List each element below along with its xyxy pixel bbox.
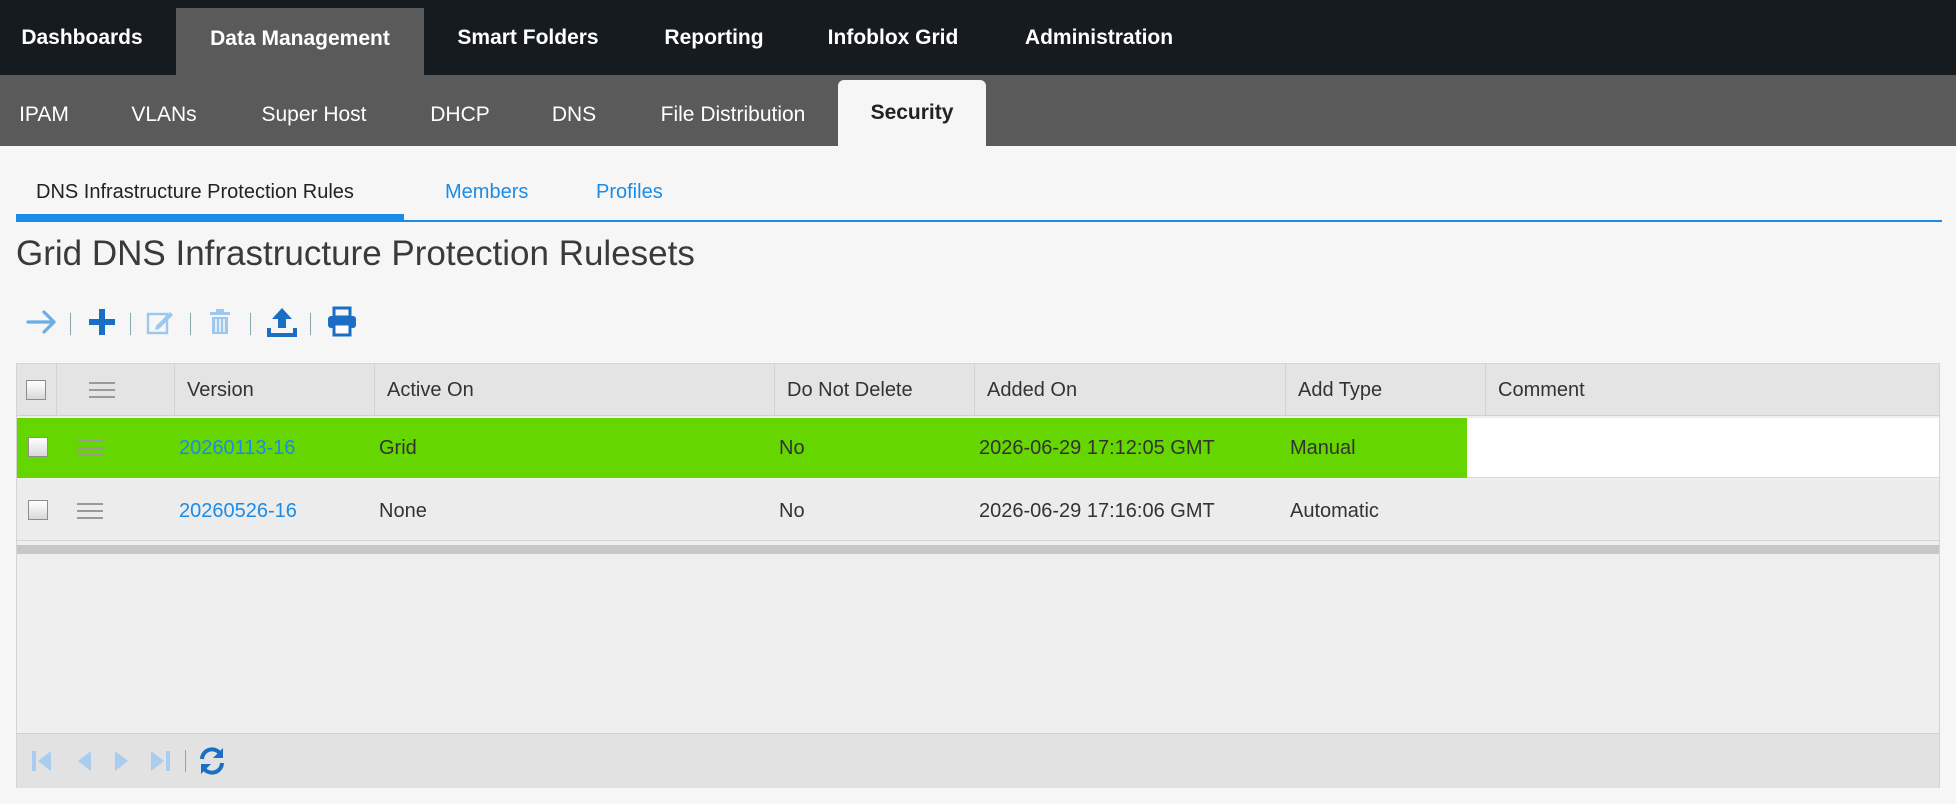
select-all-checkbox[interactable] <box>26 380 46 400</box>
section-tabs: DNS Infrastructure Protection Rules Memb… <box>16 170 1942 222</box>
column-menu-icon[interactable] <box>89 381 115 399</box>
sub-nav: IPAM VLANs Super Host DHCP DNS File Dist… <box>0 75 1956 146</box>
sub-tab-dns[interactable]: DNS <box>540 75 608 146</box>
cell-added-on: 2026-06-29 17:16:06 GMT <box>979 500 1215 522</box>
upload-icon[interactable] <box>264 304 300 340</box>
table-row[interactable]: 20260526-16 None No 2026-06-29 17:16:06 … <box>17 481 1939 541</box>
horizontal-scrollbar[interactable] <box>17 545 1939 554</box>
column-header-added-on[interactable]: Added On <box>975 364 1286 416</box>
last-page-icon[interactable] <box>143 744 177 778</box>
top-tab-infoblox-grid[interactable]: Infoblox Grid <box>810 0 976 75</box>
print-icon[interactable] <box>324 304 360 340</box>
header-menu-cell <box>57 364 175 416</box>
column-header-do-not-delete[interactable]: Do Not Delete <box>775 364 975 416</box>
toolbar-separator <box>310 313 311 335</box>
trash-icon[interactable] <box>202 304 238 340</box>
row-checkbox[interactable] <box>28 500 48 520</box>
sub-tab-security[interactable]: Security <box>838 80 986 146</box>
rulesets-table: Version Active On Do Not Delete Added On… <box>16 363 1940 788</box>
row-checkbox[interactable] <box>28 437 48 457</box>
top-tab-reporting[interactable]: Reporting <box>644 0 784 75</box>
first-page-icon[interactable] <box>25 744 59 778</box>
top-tab-administration[interactable]: Administration <box>1008 0 1190 75</box>
arrow-right-icon[interactable] <box>24 304 60 340</box>
header-select-all-cell <box>17 364 57 416</box>
toolbar-separator <box>190 313 191 335</box>
tab-members[interactable]: Members <box>445 170 528 220</box>
sub-tab-ipam[interactable]: IPAM <box>0 75 88 146</box>
sub-tab-vlans[interactable]: VLANs <box>118 75 210 146</box>
toolbar-separator <box>130 313 131 335</box>
prev-page-icon[interactable] <box>67 744 101 778</box>
top-tab-smart-folders[interactable]: Smart Folders <box>438 0 618 75</box>
next-page-icon[interactable] <box>105 744 139 778</box>
cell-add-type: Manual <box>1290 437 1356 459</box>
plus-icon[interactable] <box>84 304 120 340</box>
cell-added-on: 2026-06-29 17:12:05 GMT <box>979 437 1215 459</box>
active-tab-indicator <box>16 214 404 220</box>
cell-do-not-delete: No <box>779 437 805 459</box>
column-header-comment[interactable]: Comment <box>1486 364 1939 416</box>
column-header-add-type[interactable]: Add Type <box>1286 364 1486 416</box>
pagination-bar <box>17 733 1939 788</box>
refresh-icon[interactable] <box>195 744 229 778</box>
row-menu-icon[interactable] <box>77 439 103 457</box>
cell-active-on: Grid <box>379 437 417 459</box>
version-link[interactable]: 20260113-16 <box>179 418 295 478</box>
sub-tab-file-distribution[interactable]: File Distribution <box>648 75 818 146</box>
cell-add-type: Automatic <box>1290 500 1379 522</box>
sub-tab-super-host[interactable]: Super Host <box>250 75 378 146</box>
top-nav: Dashboards Data Management Smart Folders… <box>0 0 1956 75</box>
edit-icon[interactable] <box>142 304 178 340</box>
sub-tab-dhcp[interactable]: DHCP <box>418 75 502 146</box>
row-menu-icon[interactable] <box>77 502 103 520</box>
toolbar-separator <box>250 313 251 335</box>
tab-dns-infrastructure-protection-rules[interactable]: DNS Infrastructure Protection Rules <box>36 170 354 220</box>
toolbar-separator <box>70 313 71 335</box>
tab-profiles[interactable]: Profiles <box>596 170 663 220</box>
top-tab-dashboards[interactable]: Dashboards <box>0 0 164 75</box>
top-tab-data-management[interactable]: Data Management <box>176 8 424 75</box>
version-link[interactable]: 20260526-16 <box>179 481 297 541</box>
pager-separator <box>185 750 186 772</box>
table-header: Version Active On Do Not Delete Added On… <box>17 364 1939 416</box>
page-title: Grid DNS Infrastructure Protection Rules… <box>16 234 695 273</box>
cell-do-not-delete: No <box>779 500 805 522</box>
cell-active-on: None <box>379 500 427 522</box>
table-row[interactable]: 20260113-16 Grid No 2026-06-29 17:12:05 … <box>17 418 1939 478</box>
column-header-version[interactable]: Version <box>175 364 375 416</box>
column-header-active-on[interactable]: Active On <box>375 364 775 416</box>
